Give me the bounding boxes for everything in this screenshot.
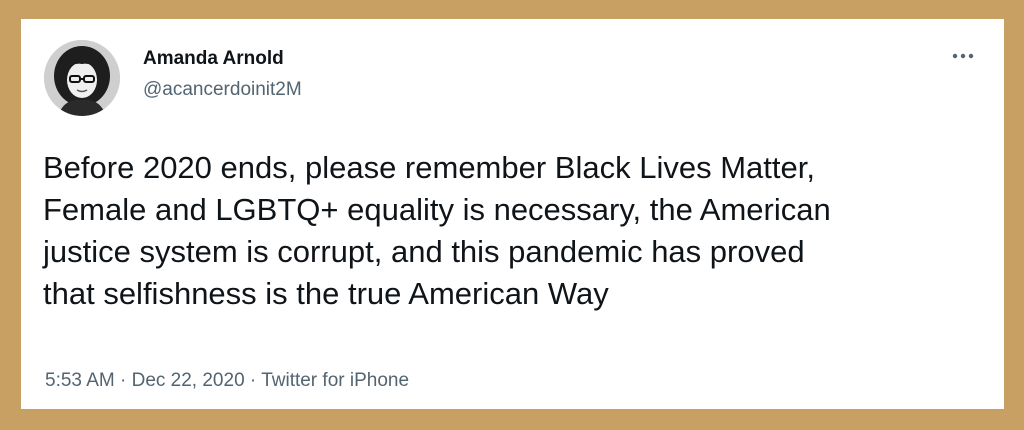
avatar[interactable]: [44, 40, 120, 116]
tweet-line: justice system is corrupt, and this pand…: [43, 234, 805, 269]
tweet-date: Dec 22, 2020: [131, 370, 245, 391]
more-icon[interactable]: [950, 49, 976, 63]
avatar-image: [44, 40, 120, 116]
tweet-line: that selfishness is the true American Wa…: [43, 276, 609, 311]
author-handle[interactable]: @acancerdoinit2M: [143, 78, 302, 102]
tweet-text: Before 2020 ends, please remember Black …: [43, 147, 988, 315]
tweet-meta: 5:53 AM · Dec 22, 2020 · Twitter for iPh…: [45, 369, 409, 393]
tweet-card: Amanda Arnold @acancerdoinit2M Before 20…: [21, 19, 1004, 409]
tweet-time: 5:53 AM: [45, 370, 115, 391]
author-name[interactable]: Amanda Arnold: [143, 47, 284, 71]
tweet-line: Female and LGBTQ+ equality is necessary,…: [43, 192, 831, 227]
tweet-time-link[interactable]: 5:53 AM · Dec 22, 2020: [45, 370, 245, 391]
meta-separator: ·: [249, 370, 257, 391]
meta-separator: ·: [120, 370, 127, 391]
tweet-source-link[interactable]: Twitter for iPhone: [261, 370, 409, 391]
tweet-line: Before 2020 ends, please remember Black …: [43, 150, 815, 185]
